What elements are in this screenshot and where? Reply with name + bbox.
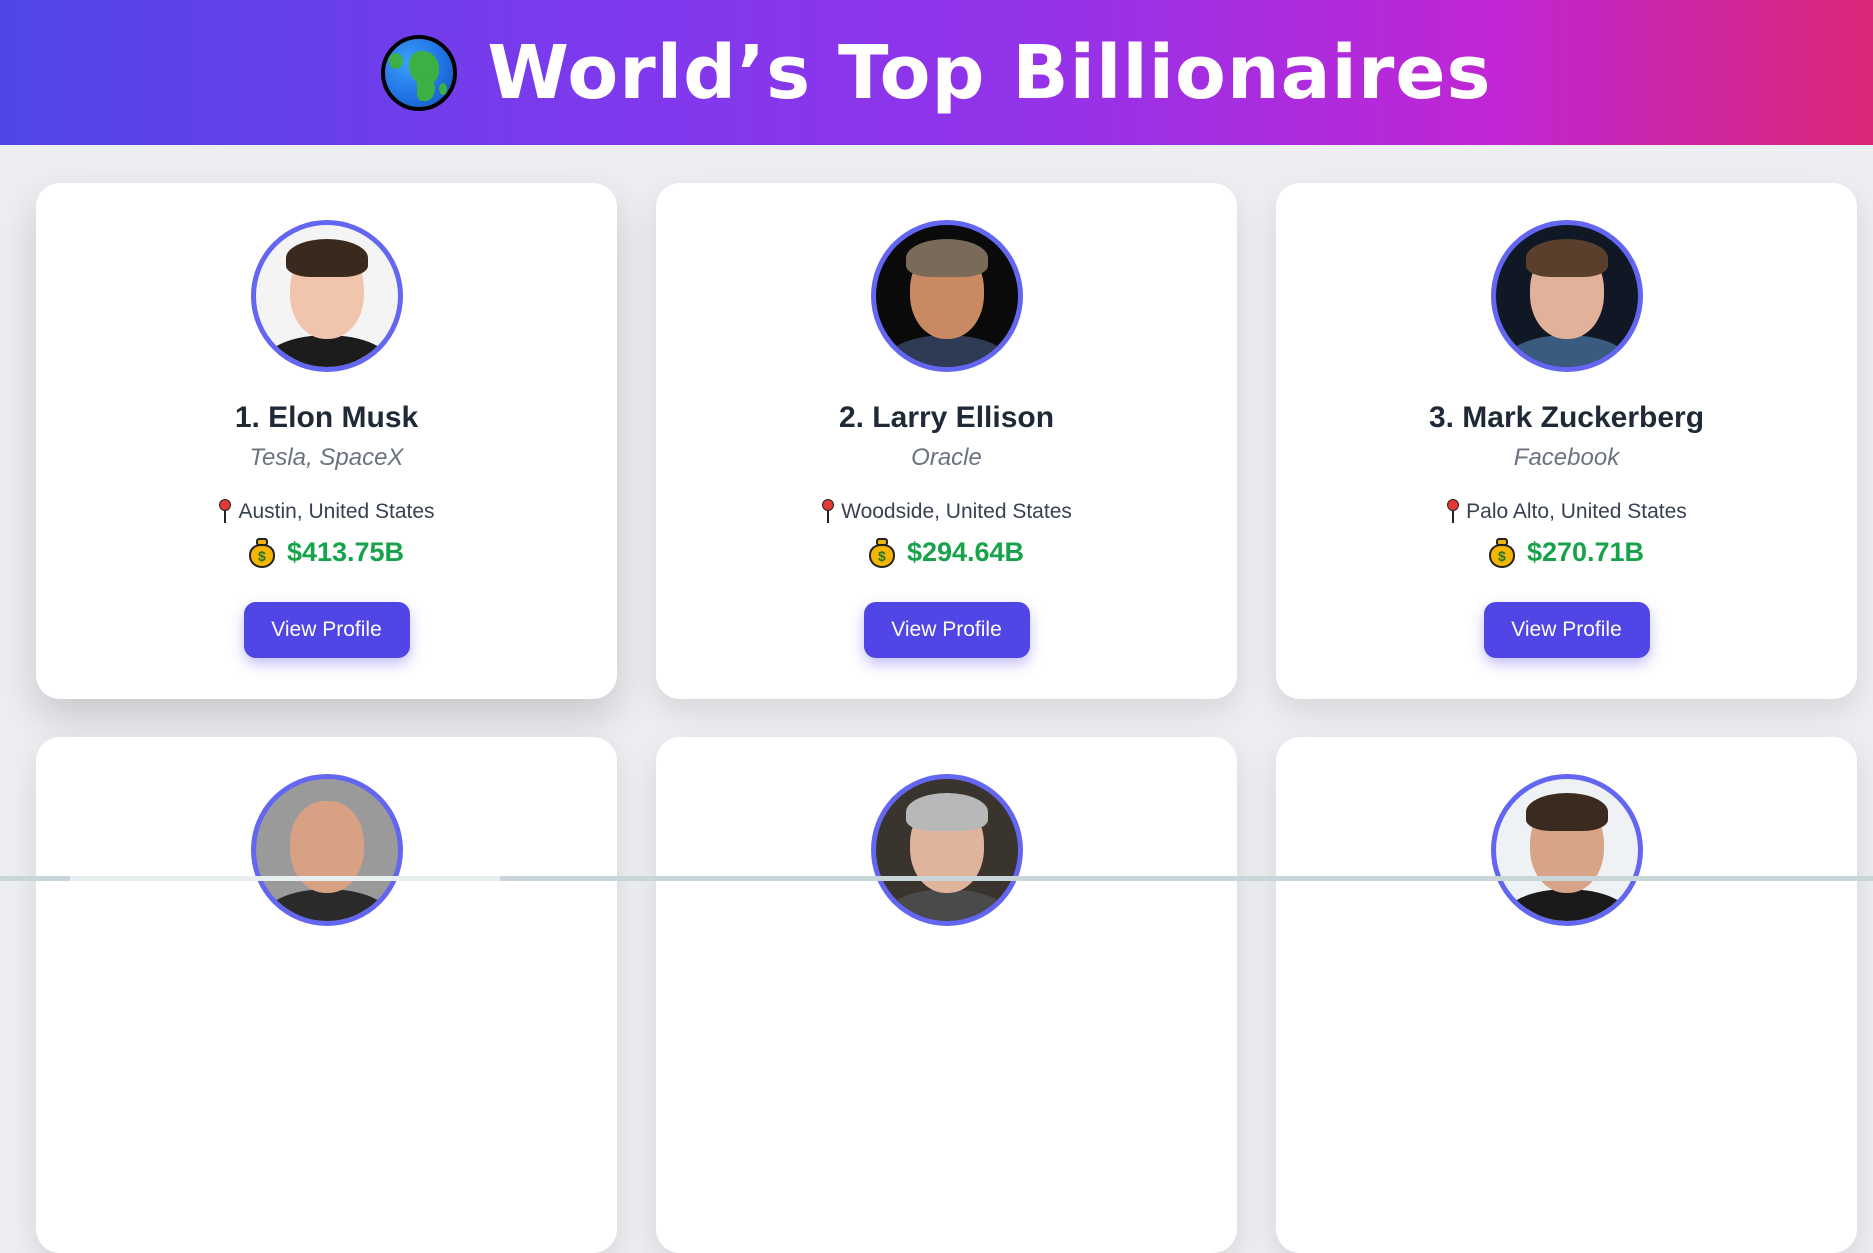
billionaire-company: Oracle: [911, 444, 982, 471]
avatar: [250, 220, 403, 372]
worth-value: $294.64B: [906, 537, 1025, 567]
avatar: [870, 220, 1023, 372]
billionaire-worth: $ $270.71B: [1488, 537, 1645, 568]
location-text: Palo Alto, United States: [1466, 500, 1687, 523]
money-bag-icon: $: [1488, 537, 1515, 568]
page-header: World’s Top Billionaires: [0, 0, 1873, 145]
avatar: [1490, 220, 1643, 372]
billionaire-card: [1276, 737, 1857, 1253]
billionaire-card: 2. Larry Ellison Oracle Woodside, United…: [656, 183, 1237, 699]
billionaire-card: 3. Mark Zuckerberg Facebook Palo Alto, U…: [1276, 183, 1857, 699]
billionaire-location: Austin, United States: [218, 499, 435, 525]
worth-value: $270.71B: [1526, 537, 1645, 567]
money-bag-icon: $: [868, 537, 895, 568]
location-text: Austin, United States: [238, 500, 435, 523]
worth-value: $413.75B: [286, 537, 405, 567]
billionaire-name: 3. Mark Zuckerberg: [1428, 401, 1705, 434]
pin-icon: [821, 499, 835, 525]
pin-icon: [218, 499, 232, 525]
billionaire-location: Palo Alto, United States: [1446, 499, 1687, 525]
billionaire-grid: 1. Elon Musk Tesla, SpaceX Austin, Unite…: [36, 183, 1857, 1253]
billionaire-worth: $ $294.64B: [868, 537, 1025, 568]
billionaire-name: 2. Larry Ellison: [838, 401, 1055, 434]
billionaire-name: 1. Elon Musk: [234, 401, 419, 434]
location-text: Woodside, United States: [841, 500, 1072, 523]
money-bag-icon: $: [248, 537, 275, 568]
billionaire-card: [36, 737, 617, 1253]
view-profile-button[interactable]: View Profile: [1483, 602, 1650, 658]
page-title: World’s Top Billionaires: [487, 29, 1492, 116]
view-profile-button[interactable]: View Profile: [243, 602, 410, 658]
billionaire-company: Tesla, SpaceX: [249, 444, 404, 471]
billionaire-card: [656, 737, 1237, 1253]
scrollbar-thumb[interactable]: [70, 876, 500, 881]
billionaire-company: Facebook: [1513, 444, 1620, 471]
avatar: [870, 774, 1023, 926]
avatar: [1490, 774, 1643, 926]
avatar: [250, 774, 403, 926]
billionaire-worth: $ $413.75B: [248, 537, 405, 568]
pin-icon: [1446, 499, 1460, 525]
horizontal-scrollbar[interactable]: [0, 876, 1873, 881]
billionaire-location: Woodside, United States: [821, 499, 1072, 525]
billionaire-card: 1. Elon Musk Tesla, SpaceX Austin, Unite…: [36, 183, 617, 699]
globe-icon: [381, 34, 458, 111]
view-profile-button[interactable]: View Profile: [863, 602, 1030, 658]
